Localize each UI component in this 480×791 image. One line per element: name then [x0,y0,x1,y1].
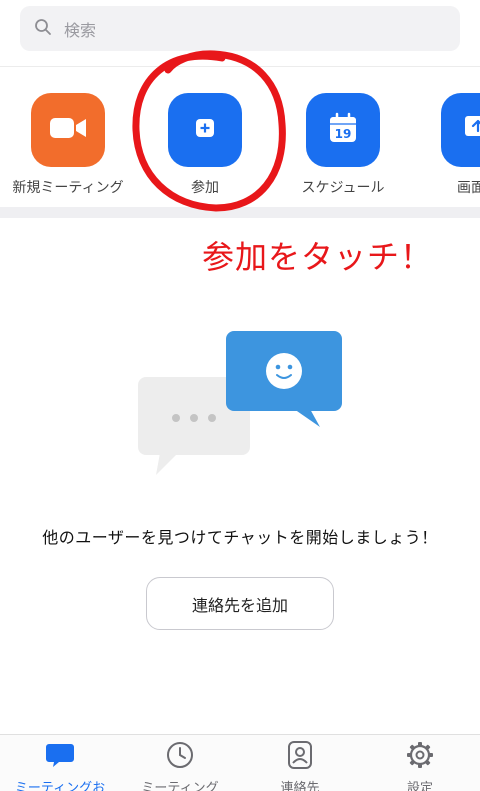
schedule-button[interactable]: 19 スケジュール [273,93,413,197]
chat-bubble-icon [45,741,75,773]
calendar-icon: 19 [328,112,358,148]
tab-contacts[interactable]: 連絡先 [240,741,360,791]
tab-meetings[interactable]: ミーティング [120,741,240,791]
contact-icon [285,741,315,773]
calendar-day: 19 [335,127,352,141]
tab-settings-label: 設定 [406,781,433,791]
annotation-text: 参加をタッチ！ [202,238,434,276]
search-icon [34,18,52,40]
search-placeholder: 検索 [64,20,97,40]
clock-icon [165,741,195,773]
share-screen-tile[interactable] [441,93,480,167]
new-meeting-button[interactable]: 新規ミーティング [0,93,138,197]
gear-icon [405,741,435,773]
schedule-label: スケジュール [301,180,385,196]
schedule-tile[interactable]: 19 [306,93,380,167]
tab-meetings-label: ミーティング [141,781,219,791]
tab-settings[interactable]: 設定 [360,741,480,791]
tab-meet-chat-label: ミーティングお [14,781,106,791]
share-screen-icon [462,113,480,147]
new-meeting-label: 新規ミーティング [12,180,124,196]
annotation-circle [132,50,286,212]
video-camera-icon [48,115,88,145]
tab-meet-chat[interactable]: ミーティングお [0,741,120,791]
chat-illustration [138,331,342,475]
new-meeting-tile[interactable] [31,93,105,167]
share-screen-label: 画面の [457,180,480,196]
search-input[interactable]: 検索 [20,6,460,51]
share-screen-button[interactable]: 画面の [408,93,480,197]
zoom-home-screen: 検索 新規ミーティング 参加 19 スケジュール 画面 参加をタッチ！ 他のユー… [0,0,480,791]
empty-state-message: 他のユーザーを見つけてチャットを開始しましょう！ [42,528,438,547]
add-contact-button[interactable]: 連絡先を追加 [146,577,334,630]
tab-contacts-label: 連絡先 [280,781,320,791]
bottom-tab-bar: ミーティングお ミーティング 連絡先 設定 [0,734,480,791]
